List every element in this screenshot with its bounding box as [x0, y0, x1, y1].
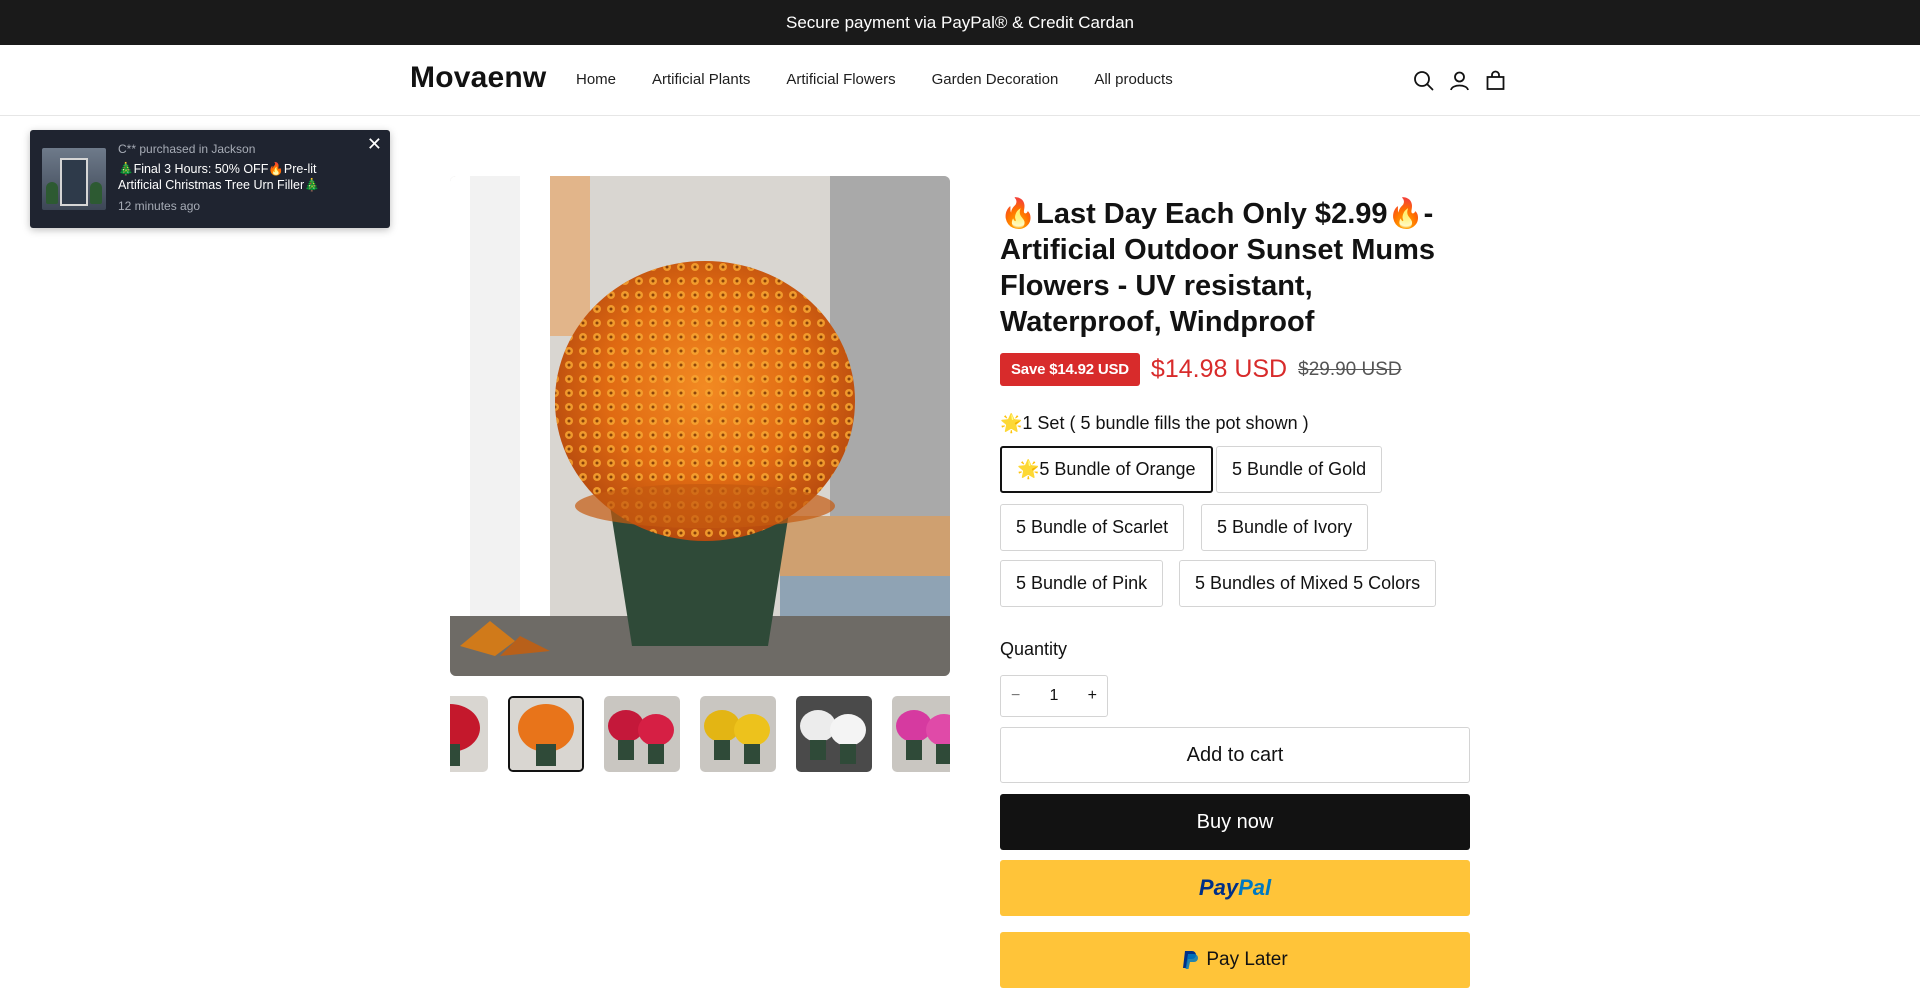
product-main-image[interactable]	[450, 176, 950, 676]
header-icons	[1412, 69, 1506, 91]
announcement-text: Secure payment via PayPal® & Credit Card…	[786, 12, 1134, 32]
quantity-label: Quantity	[1000, 639, 1068, 659]
product-info: 🔥Last Day Each Only $2.99🔥-Artificial Ou…	[1000, 196, 1470, 988]
cart-icon[interactable]	[1484, 69, 1506, 91]
quantity-decrease-button[interactable]: −	[1011, 687, 1020, 705]
quantity-input[interactable]: 1	[1050, 687, 1059, 705]
paypal-icon	[1183, 951, 1199, 969]
site-header: Movaenw Home Artificial Plants Artificia…	[0, 45, 1920, 116]
close-icon[interactable]: ✕	[367, 134, 382, 155]
variant-ivory[interactable]: 5 Bundle of Ivory	[1201, 504, 1369, 551]
add-to-cart-button[interactable]: Add to cart	[1000, 727, 1470, 783]
variant-gold[interactable]: 5 Bundle of Gold	[1216, 446, 1383, 493]
store-logo[interactable]: Movaenw	[410, 61, 546, 95]
pay-later-label: Pay Later	[1206, 949, 1288, 970]
variant-pink[interactable]: 5 Bundle of Pink	[1000, 560, 1164, 607]
thumbnail-scarlet-partial[interactable]	[450, 696, 488, 772]
product-thumbnails	[450, 696, 950, 772]
thumbnail-pink[interactable]	[892, 696, 950, 772]
compare-price: $29.90 USD	[1298, 358, 1402, 380]
thumbnail-orange[interactable]	[508, 696, 584, 772]
variant-scarlet[interactable]: 5 Bundle of Scarlet	[1000, 504, 1185, 551]
paypal-logo-part1: Pay	[1198, 875, 1239, 900]
notification-product-image	[42, 148, 106, 210]
notification-buyer: C** purchased in Jackson	[118, 142, 256, 156]
thumbnail-scarlet[interactable]	[604, 696, 680, 772]
pay-later-button[interactable]: Pay Later	[1000, 932, 1470, 988]
notification-product: 🎄Final 3 Hours: 50% OFF🔥Pre-lit Artifici…	[118, 162, 320, 192]
product-title: 🔥Last Day Each Only $2.99🔥-Artificial Ou…	[1000, 198, 1436, 338]
quantity-increase-button[interactable]: +	[1088, 687, 1097, 705]
purchase-notification[interactable]: C** purchased in Jackson 🎄Final 3 Hours:…	[30, 130, 390, 228]
variant-orange[interactable]: 🌟5 Bundle of Orange	[1000, 446, 1213, 493]
announcement-bar: Secure payment via PayPal® & Credit Card…	[0, 0, 1920, 45]
variant-mixed[interactable]: 5 Bundles of Mixed 5 Colors	[1179, 560, 1437, 607]
thumbnail-ivory[interactable]	[796, 696, 872, 772]
variant-label: 🌟1 Set ( 5 bundle fills the pot shown )	[1000, 413, 1309, 433]
account-icon[interactable]	[1448, 69, 1470, 91]
nav-artificial-plants[interactable]: Artificial Plants	[652, 71, 750, 88]
nav-artificial-flowers[interactable]: Artificial Flowers	[786, 71, 895, 88]
buy-now-button[interactable]: Buy now	[1000, 794, 1470, 850]
search-icon[interactable]	[1412, 69, 1434, 91]
nav-home[interactable]: Home	[576, 71, 616, 88]
notification-time: 12 minutes ago	[118, 199, 201, 213]
sale-price: $14.98 USD	[1150, 355, 1288, 383]
save-badge: Save $14.92 USD	[1000, 353, 1140, 386]
paypal-button[interactable]: Pay Pal	[1000, 860, 1470, 916]
main-nav: Home Artificial Plants Artificial Flower…	[576, 71, 1173, 88]
quantity-stepper: − 1 +	[1000, 675, 1108, 717]
price-row: Save $14.92 USD $14.98 USD $29.90 USD	[1000, 353, 1402, 386]
nav-garden-decoration[interactable]: Garden Decoration	[932, 71, 1059, 88]
thumbnail-gold[interactable]	[700, 696, 776, 772]
nav-all-products[interactable]: All products	[1094, 71, 1172, 88]
paypal-logo-part2: Pal	[1238, 875, 1272, 900]
